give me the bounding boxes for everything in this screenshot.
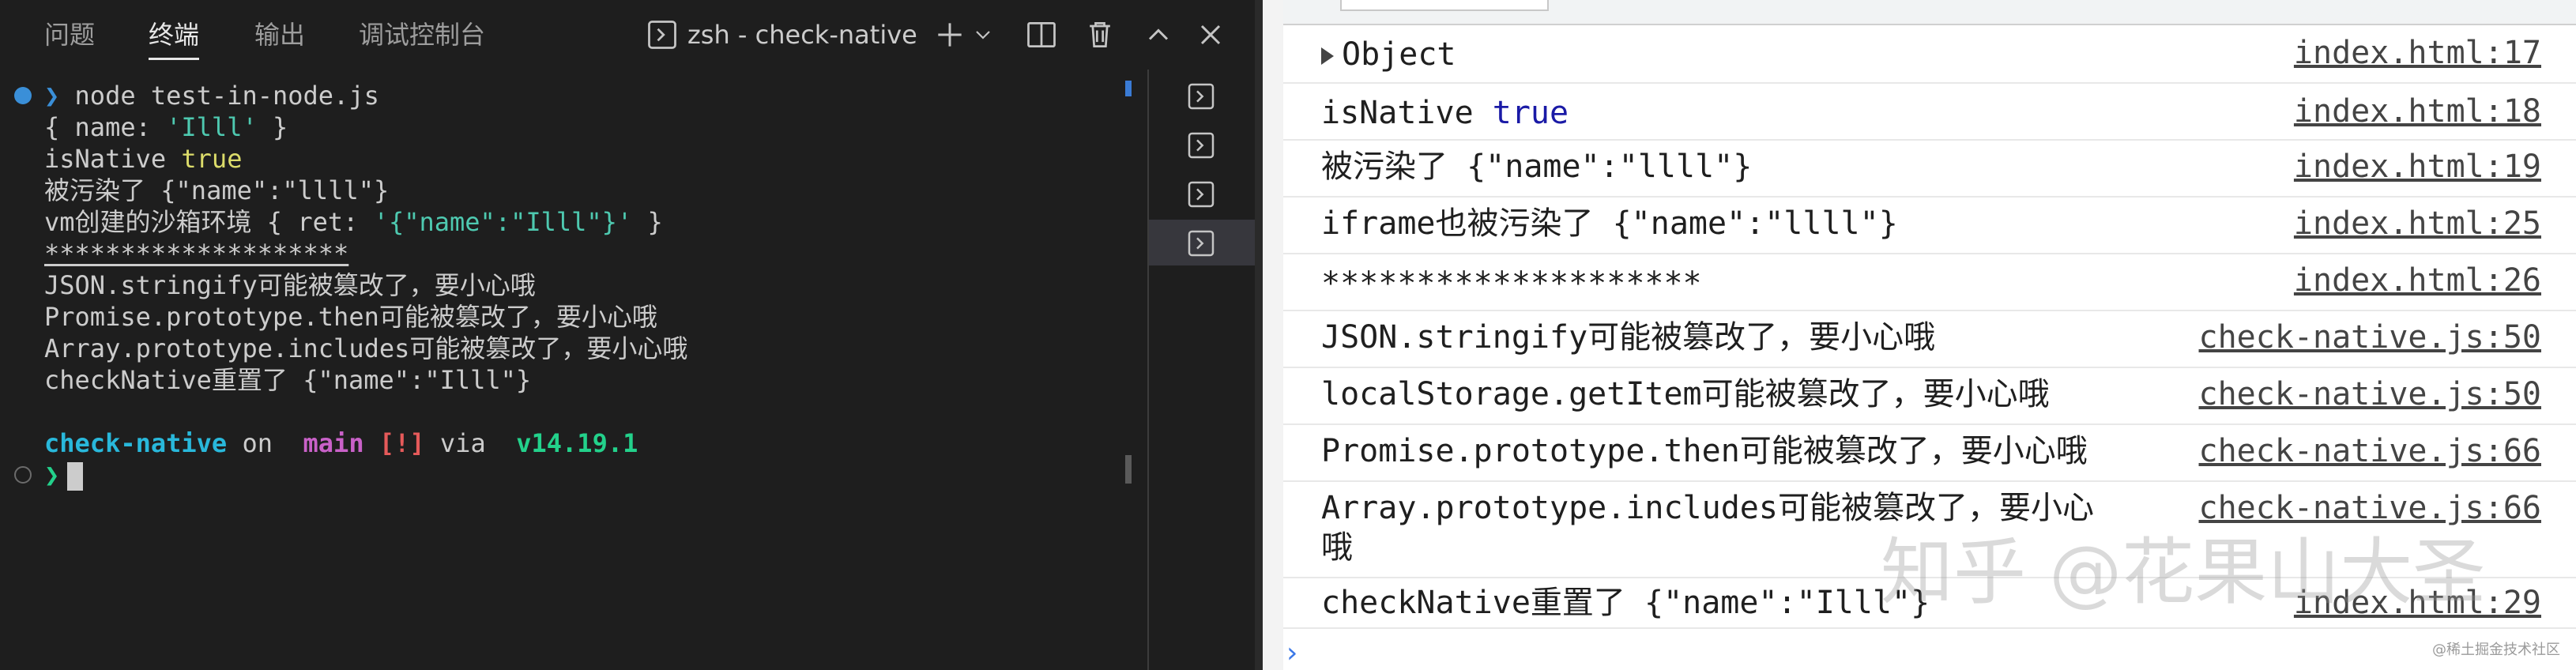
console-prompt[interactable]: › — [1286, 637, 1297, 669]
console-toolbar — [1283, 0, 2576, 25]
terminal-line: Array.prototype.includes可能被篡改了，要小心哦 — [44, 333, 688, 363]
prompt-text: on — [227, 428, 288, 458]
terminal-icon — [1188, 181, 1215, 208]
console-message[interactable]: Object — [1321, 35, 1456, 74]
prompt-directory: check-native — [44, 428, 228, 458]
console-row: JSON.stringify可能被篡改了，要小心哦 check-native.j… — [1283, 311, 2576, 368]
console-message: JSON.stringify可能被篡改了，要小心哦 — [1321, 319, 1936, 356]
string-value: '{"name":"Illl"}' — [373, 207, 633, 237]
source-link[interactable]: index.html:18 — [2294, 92, 2541, 131]
terminal-panel: 问题 终端 输出 调试控制台 zsh - check-native ❯ node… — [0, 0, 1256, 670]
string-value: 'Illl' — [166, 112, 258, 142]
source-link[interactable]: check-native.js:50 — [2199, 318, 2541, 357]
console-message: 被污染了 {"name":"llll"} — [1321, 149, 1753, 185]
terminal-list-item[interactable] — [1149, 122, 1256, 168]
terminal-icon[interactable] — [645, 17, 680, 52]
terminal-list-item[interactable] — [1149, 171, 1256, 216]
boolean-value: true — [1492, 95, 1569, 131]
terminal-line: vm创建的沙箱环境 { ret: '{"name":"Illl"}' } — [44, 205, 663, 239]
console-message: isNative true — [1321, 93, 1569, 133]
console-message: Promise.prototype.then可能被篡改了，要小心哦 — [1321, 433, 2088, 469]
output-text: } — [632, 207, 663, 237]
terminal-line: JSON.stringify可能被篡改了，要小心哦 — [44, 270, 536, 300]
command-status-dot[interactable] — [14, 466, 32, 484]
console-message: iframe也被污染了 {"name":"llll"} — [1321, 205, 1898, 242]
terminal-list — [1147, 70, 1256, 670]
source-link[interactable]: index.html:19 — [2294, 147, 2541, 186]
console-row: isNative true index.html:18 — [1283, 84, 2576, 141]
terminal-icon — [1188, 132, 1215, 159]
terminal-line: Promise.prototype.then可能被篡改了，要小心哦 — [44, 302, 657, 332]
split-icon[interactable] — [1024, 17, 1059, 52]
source-link[interactable]: index.html:25 — [2294, 204, 2541, 243]
expand-triangle-icon[interactable] — [1321, 47, 1334, 65]
tab-problems[interactable]: 问题 — [44, 0, 95, 70]
source-link[interactable]: check-native.js:66 — [2199, 431, 2541, 471]
panel-tab-bar: 问题 终端 输出 调试控制台 zsh - check-native — [0, 0, 1255, 70]
console-row[interactable]: Object index.html:17 — [1283, 25, 2576, 84]
shell-prompt-line: check-native on main [!] via v14.19.1 — [44, 427, 638, 460]
output-text: } — [257, 112, 288, 142]
output-text: isNative — [44, 144, 182, 174]
plus-icon[interactable] — [932, 17, 967, 52]
source-link[interactable]: index.html:26 — [2294, 261, 2541, 300]
prompt-git-status: [!] — [363, 428, 425, 458]
output-text: { name: — [44, 112, 167, 142]
message-text: isNative — [1321, 95, 1493, 131]
source-link[interactable]: check-native.js:50 — [2199, 375, 2541, 414]
separator-text: ******************** — [44, 239, 349, 269]
terminal-icon — [1188, 83, 1215, 110]
terminal-list-item[interactable] — [1149, 73, 1256, 119]
console-row: Promise.prototype.then可能被篡改了，要小心哦 check-… — [1283, 425, 2576, 482]
page-edge — [1263, 0, 1283, 670]
command-status-dot[interactable] — [14, 87, 32, 104]
terminal-line: isNative true — [44, 142, 242, 175]
terminal-icon — [1188, 230, 1215, 257]
terminal-list-item-active[interactable] — [1149, 220, 1256, 265]
close-icon[interactable] — [1193, 17, 1228, 52]
zhihu-watermark: 知乎 @花果山大圣 — [1881, 530, 2486, 615]
scroll-marker — [1125, 81, 1132, 96]
tab-debug-console[interactable]: 调试控制台 — [359, 0, 485, 70]
chevron-up-icon[interactable] — [1141, 17, 1176, 52]
shell-label[interactable]: zsh - check-native — [687, 0, 917, 70]
console-message: ******************** — [1321, 265, 1702, 302]
scrollbar[interactable] — [1125, 455, 1132, 484]
prompt-text: via — [424, 428, 501, 458]
prompt-symbol: ❯ — [44, 460, 60, 490]
console-message: localStorage.getItem可能被篡改了，要小心哦 — [1321, 376, 2050, 412]
terminal-input-line[interactable]: ❯ — [44, 458, 84, 491]
output-text: vm创建的沙箱环境 { ret: — [44, 207, 374, 237]
prompt-node-version: v14.19.1 — [500, 428, 638, 458]
terminal-output[interactable]: ❯ node test-in-node.js { name: 'Illl' } … — [0, 70, 1147, 670]
terminal-line: 被污染了 {"name":"llll"} — [44, 175, 390, 205]
console-row: 被污染了 {"name":"llll"} index.html:19 — [1283, 141, 2576, 198]
tab-output[interactable]: 输出 — [254, 0, 305, 70]
object-label[interactable]: Object — [1342, 36, 1456, 73]
terminal-cursor — [67, 462, 84, 491]
console-row: localStorage.getItem可能被篡改了，要小心哦 check-na… — [1283, 368, 2576, 425]
juejin-watermark: @稀土掘金技术社区 — [2432, 642, 2560, 658]
console-message: checkNative重置了 {"name":"Illl"} — [1321, 585, 1930, 621]
trash-icon[interactable] — [1083, 17, 1117, 52]
boolean-value: true — [181, 144, 243, 174]
toolbar-tab[interactable] — [1340, 0, 1549, 11]
terminal-line: ******************** — [44, 237, 348, 270]
console-row: ******************** index.html:26 — [1283, 254, 2576, 311]
console-row: iframe也被污染了 {"name":"llll"} index.html:2… — [1283, 198, 2576, 254]
chevron-down-icon[interactable] — [970, 17, 996, 52]
prompt-branch: main — [288, 428, 364, 458]
terminal-line: ❯ node test-in-node.js — [44, 79, 379, 112]
source-link[interactable]: index.html:17 — [2294, 33, 2541, 73]
prompt-symbol: ❯ — [44, 81, 60, 111]
terminal-line: { name: 'Illl' } — [44, 111, 288, 144]
tab-terminal[interactable]: 终端 — [149, 0, 200, 70]
command-text: node test-in-node.js — [59, 81, 379, 111]
terminal-line: checkNative重置了 {"name":"Illl"} — [44, 365, 532, 395]
